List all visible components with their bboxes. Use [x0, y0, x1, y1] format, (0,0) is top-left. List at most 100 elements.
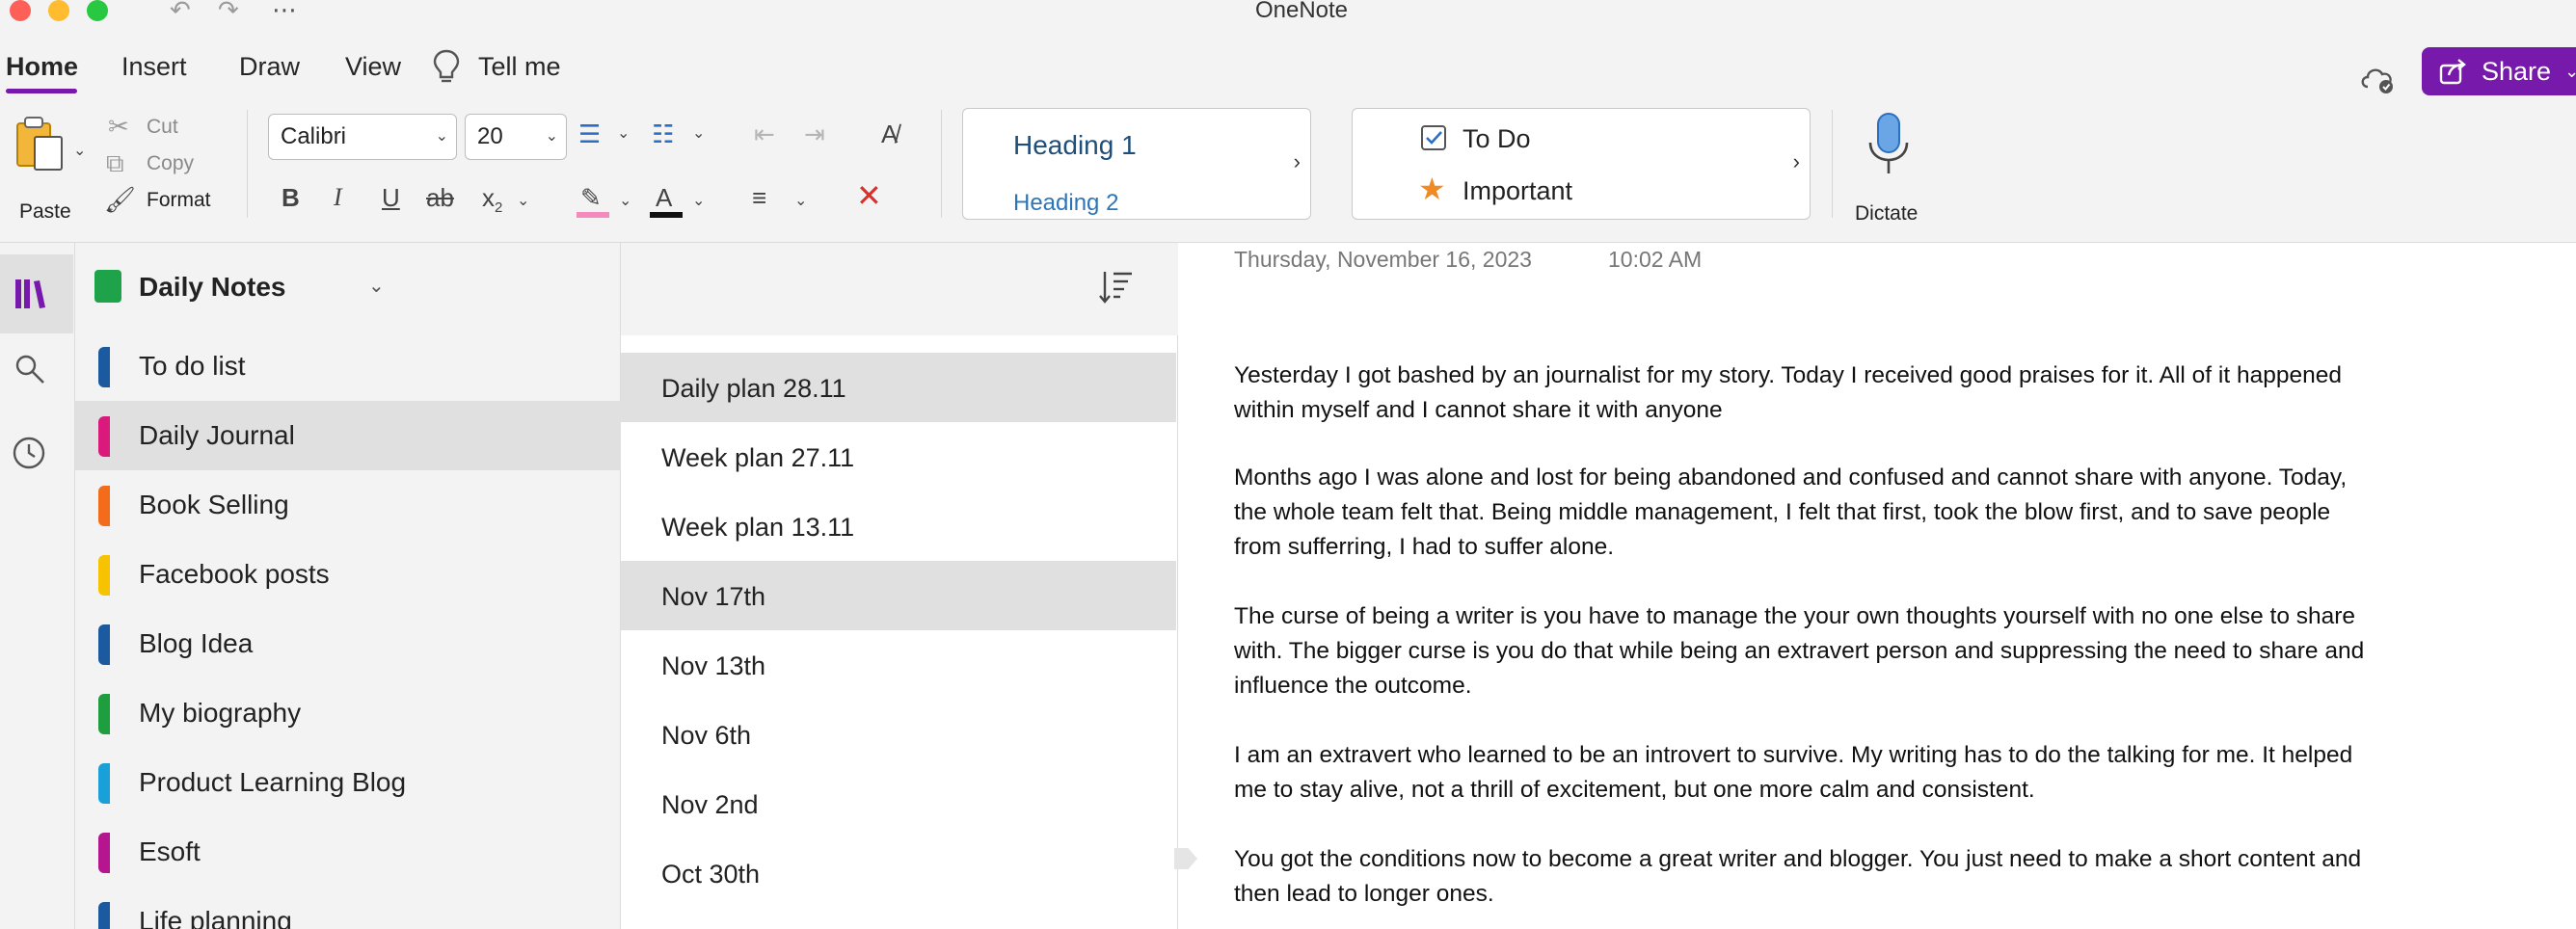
section-item-product-learning-blog[interactable]: Product Learning Blog	[75, 748, 621, 817]
redo-icon[interactable]: ↷	[218, 0, 239, 22]
numbering-icon[interactable]: ☷	[652, 119, 674, 148]
cut-button[interactable]: Cut	[147, 116, 178, 139]
tab-draw[interactable]: Draw	[239, 52, 300, 82]
share-button[interactable]: Share ⌄	[2422, 47, 2576, 95]
page-item[interactable]: Daily plan 28.11	[621, 353, 1176, 422]
decrease-indent-icon[interactable]: ⇤	[754, 119, 775, 148]
tab-home[interactable]: Home	[6, 52, 78, 82]
subscript-icon[interactable]: x2	[482, 183, 502, 223]
search-icon[interactable]	[13, 353, 46, 385]
section-item-esoft[interactable]: Esoft	[75, 817, 621, 887]
font-color-swatch	[650, 212, 683, 218]
paste-button[interactable]: Paste	[12, 112, 89, 224]
sort-icon[interactable]	[1097, 268, 1136, 306]
section-item-blog-idea[interactable]: Blog Idea	[75, 609, 621, 678]
recent-clock-icon[interactable]	[12, 436, 46, 470]
section-item-my-biography[interactable]: My biography	[75, 678, 621, 748]
strikethrough-icon[interactable]: ab	[426, 183, 454, 212]
note-paragraph[interactable]: I am an extravert who learned to be an i…	[1234, 738, 2372, 808]
paragraph-align-icon[interactable]: ≡	[752, 183, 766, 212]
dictate-button[interactable]: Dictate	[1849, 110, 1930, 226]
chevron-down-icon[interactable]: ⌄	[692, 187, 705, 216]
section-item-life-planning[interactable]: Life planning	[75, 887, 621, 929]
chevron-down-icon[interactable]: ⌄	[617, 119, 630, 148]
chevron-down-icon[interactable]: ⌄	[2564, 62, 2576, 82]
paste-label: Paste	[19, 200, 71, 223]
font-color-button[interactable]: A	[650, 183, 684, 218]
font-family-select[interactable]: Calibri ⌄	[268, 114, 457, 160]
style-heading-2[interactable]: Heading 2	[1013, 190, 1118, 217]
note-canvas[interactable]: Thursday, November 16, 2023 10:02 AM Yes…	[1174, 243, 2576, 929]
section-item-book-selling[interactable]: Book Selling	[75, 470, 621, 540]
more-options-icon[interactable]: ⋯	[272, 0, 297, 22]
tell-me-label: Tell me	[478, 52, 561, 81]
increase-indent-icon[interactable]: ⇥	[804, 119, 825, 148]
section-color-tab	[98, 763, 110, 804]
chevron-right-icon[interactable]: ›	[1294, 149, 1301, 174]
note-date: Thursday, November 16, 2023	[1234, 247, 1532, 272]
page-item[interactable]: Nov 2nd	[621, 769, 1176, 838]
font-size-select[interactable]: 20 ⌄	[465, 114, 567, 160]
minimize-window-button[interactable]	[48, 0, 69, 21]
chevron-down-icon[interactable]: ⌄	[794, 187, 807, 216]
bold-icon[interactable]: B	[282, 183, 300, 212]
bullets-icon[interactable]: ☰	[578, 119, 601, 148]
tab-view[interactable]: View	[345, 52, 401, 82]
tell-me-search[interactable]: Tell me	[432, 48, 561, 90]
paragraph-handle[interactable]	[1174, 848, 1197, 869]
tag-important[interactable]: Important	[1462, 176, 1572, 206]
section-item-to-do-list[interactable]: To do list	[75, 332, 621, 401]
undo-icon[interactable]: ↶	[170, 0, 191, 22]
copy-button[interactable]: Copy	[147, 152, 194, 175]
zoom-window-button[interactable]	[87, 0, 108, 21]
copy-icon: ⧉	[106, 148, 124, 177]
chevron-down-icon[interactable]: ⌄	[517, 187, 529, 216]
tags-gallery[interactable]: To Do ★ Important ›	[1352, 108, 1811, 220]
paste-icon	[16, 117, 63, 171]
cloud-sync-icon[interactable]	[2358, 58, 2397, 96]
note-paragraph[interactable]: You got the conditions now to become a g…	[1234, 842, 2372, 912]
format-painter-icon: 🖌	[104, 185, 137, 214]
page-item[interactable]: Nov 6th	[621, 700, 1176, 769]
section-color-tab	[98, 555, 110, 596]
highlighter-icon: ✎	[580, 183, 602, 212]
notebooks-icon[interactable]	[13, 278, 48, 310]
chevron-down-icon[interactable]: ⌄	[619, 187, 631, 216]
page-item[interactable]: Oct 30th	[621, 838, 1176, 908]
ribbon-divider	[1832, 110, 1833, 218]
page-item[interactable]: Week plan 13.11	[621, 491, 1176, 561]
lightbulb-icon	[433, 49, 460, 83]
section-color-tab	[98, 624, 110, 665]
tab-insert[interactable]: Insert	[121, 52, 187, 82]
ribbon-divider	[247, 110, 248, 218]
section-item-facebook-posts[interactable]: Facebook posts	[75, 540, 621, 609]
section-item-daily-journal[interactable]: Daily Journal	[75, 401, 621, 470]
page-item[interactable]: Week plan 27.11	[621, 422, 1176, 491]
chevron-down-icon: ⌄	[435, 128, 448, 145]
note-paragraph[interactable]: The curse of being a writer is you have …	[1234, 599, 2372, 703]
highlight-color-button[interactable]: ✎	[577, 183, 611, 218]
tag-todo[interactable]: To Do	[1462, 124, 1531, 154]
pages-pane: Daily plan 28.11 Week plan 27.11 Week pl…	[621, 335, 1178, 929]
italic-icon[interactable]: I	[334, 183, 342, 212]
format-painter-button[interactable]: Format	[147, 189, 211, 212]
styles-gallery[interactable]: Heading 1 Heading 2 ›	[962, 108, 1311, 220]
close-window-button[interactable]	[10, 0, 31, 21]
font-color-icon: A	[656, 183, 673, 212]
style-heading-1[interactable]: Heading 1	[1013, 130, 1137, 161]
delete-icon[interactable]: ✕	[856, 180, 882, 211]
clear-formatting-icon[interactable]: A̸	[881, 119, 898, 148]
underline-icon[interactable]: U	[382, 183, 400, 212]
sections-pane: Daily Notes ⌄ To do list Daily Journal B…	[75, 243, 621, 929]
page-item[interactable]: Nov 17th	[621, 561, 1176, 630]
chevron-right-icon[interactable]: ›	[1793, 149, 1800, 174]
paste-options-chevron-icon[interactable]: ⌄	[73, 137, 86, 166]
section-color-tab	[98, 347, 110, 387]
note-paragraph[interactable]: Months ago I was alone and lost for bein…	[1234, 461, 2372, 565]
page-label: Daily plan 28.11	[661, 374, 846, 403]
page-item[interactable]: Nov 13th	[621, 630, 1176, 700]
section-color-tab	[98, 833, 110, 873]
note-paragraph[interactable]: Yesterday I got bashed by an journalist …	[1234, 358, 2372, 428]
chevron-down-icon[interactable]: ⌄	[692, 119, 705, 148]
note-time: 10:02 AM	[1608, 247, 1703, 272]
